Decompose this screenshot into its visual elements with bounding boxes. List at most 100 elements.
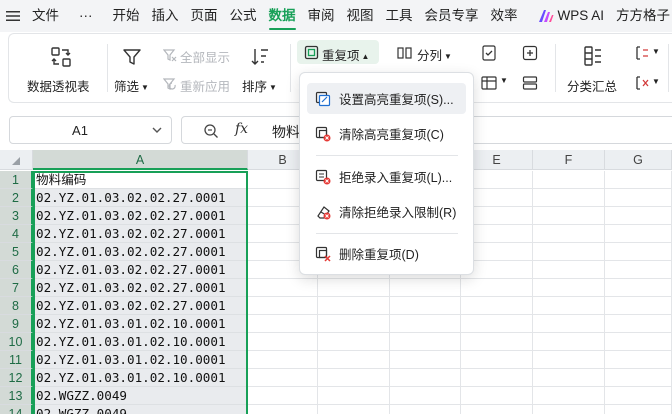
empty-cell[interactable] [605, 387, 672, 405]
empty-cell[interactable] [533, 297, 605, 315]
wps-ai-button[interactable]: WPS AI [532, 0, 611, 32]
table-cell[interactable]: 02.YZ.01.03.01.02.10.0001 [33, 333, 247, 351]
sort-button[interactable]: 排序 ▼ [242, 76, 277, 95]
empty-cell[interactable] [533, 387, 605, 405]
row-header[interactable]: 8 [0, 297, 33, 315]
table-cell[interactable]: 02.YZ.01.03.02.02.27.0001 [33, 261, 247, 279]
empty-cell[interactable] [461, 387, 533, 405]
table-cell[interactable]: 02.YZ.01.03.02.02.27.0001 [33, 297, 247, 315]
empty-cell[interactable] [533, 315, 605, 333]
empty-cell[interactable] [318, 315, 390, 333]
empty-cell[interactable] [318, 405, 390, 414]
empty-cell[interactable] [533, 243, 605, 261]
tab-tools[interactable]: 工具 [380, 0, 419, 32]
empty-cell[interactable] [605, 261, 672, 279]
menu-item-clear-reject-limit[interactable]: 清除拒绝录入限制(R) [307, 196, 466, 227]
tab-formula[interactable]: 公式 [224, 0, 263, 32]
empty-cell[interactable] [390, 297, 461, 315]
empty-cell[interactable] [248, 315, 318, 333]
row-header[interactable]: 2 [0, 189, 33, 207]
table-cell[interactable]: 02.YZ.01.03.02.02.27.0001 [33, 189, 247, 207]
empty-cell[interactable] [605, 189, 672, 207]
column-header-g[interactable]: G [605, 150, 672, 170]
show-all-button[interactable]: 全部显示 [180, 47, 230, 66]
empty-cell[interactable] [318, 351, 390, 369]
empty-cell[interactable] [461, 279, 533, 297]
validation-icon[interactable] [481, 45, 497, 61]
empty-cell[interactable] [533, 171, 605, 189]
fill-icon[interactable] [481, 75, 497, 91]
empty-cell[interactable] [605, 297, 672, 315]
empty-cell[interactable] [605, 315, 672, 333]
menu-item-set-highlight-duplicates[interactable]: 设置高亮重复项(S)... [307, 83, 466, 114]
empty-cell[interactable] [605, 351, 672, 369]
reapply-button[interactable]: 重新应用 [180, 76, 230, 95]
table-cell[interactable]: 02.YZ.01.03.02.02.27.0001 [33, 243, 247, 261]
tab-view[interactable]: 视图 [341, 0, 380, 32]
tab-member[interactable]: 会员专享 [419, 0, 485, 32]
menu-file[interactable]: 文件 [26, 0, 65, 32]
group-icon[interactable] [634, 45, 650, 61]
tab-insert[interactable]: 插入 [146, 0, 185, 32]
column-header-f[interactable]: F [533, 150, 605, 170]
empty-cell[interactable] [390, 351, 461, 369]
menu-more[interactable]: ··· [73, 0, 99, 32]
empty-cell[interactable] [318, 297, 390, 315]
consolidate-icon[interactable] [522, 45, 538, 61]
table-cell[interactable]: 02.WGZZ.0049 [33, 405, 247, 414]
empty-cell[interactable] [605, 207, 672, 225]
empty-cell[interactable] [318, 279, 390, 297]
table-cell[interactable]: 02.YZ.01.03.01.02.10.0001 [33, 369, 247, 387]
empty-cell[interactable] [318, 333, 390, 351]
empty-cell[interactable] [390, 279, 461, 297]
zoom-icon[interactable] [203, 123, 219, 139]
empty-cell[interactable] [533, 207, 605, 225]
empty-cell[interactable] [248, 387, 318, 405]
header-cell[interactable]: 物料编码 [33, 171, 247, 189]
tab-home[interactable]: 开始 [107, 0, 146, 32]
empty-cell[interactable] [461, 351, 533, 369]
subtotal-button[interactable]: 分类汇总 [567, 76, 617, 95]
empty-cell[interactable] [390, 333, 461, 351]
empty-cell[interactable] [533, 333, 605, 351]
table-cell[interactable]: 02.YZ.01.03.01.02.10.0001 [33, 315, 247, 333]
empty-cell[interactable] [533, 405, 605, 414]
table-cell[interactable]: 02.YZ.01.03.01.02.10.0001 [33, 351, 247, 369]
tab-page[interactable]: 页面 [185, 0, 224, 32]
empty-cell[interactable] [461, 405, 533, 414]
empty-cell[interactable] [533, 261, 605, 279]
menu-item-delete-duplicates[interactable]: 删除重复项(D) [307, 238, 466, 269]
empty-cell[interactable] [605, 171, 672, 189]
row-header[interactable]: 3 [0, 207, 33, 225]
menu-item-reject-duplicate-entry[interactable]: 拒绝录入重复项(L)... [307, 161, 466, 192]
row-header[interactable]: 10 [0, 333, 33, 351]
empty-cell[interactable] [248, 351, 318, 369]
row-header[interactable]: 14 [0, 405, 33, 414]
empty-cell[interactable] [248, 405, 318, 414]
menu-icon[interactable] [0, 0, 26, 32]
empty-cell[interactable] [248, 369, 318, 387]
empty-cell[interactable] [605, 369, 672, 387]
empty-cell[interactable] [533, 279, 605, 297]
empty-cell[interactable] [533, 351, 605, 369]
empty-cell[interactable] [605, 279, 672, 297]
empty-cell[interactable] [318, 369, 390, 387]
column-header-a[interactable]: A [33, 150, 248, 170]
filter-button[interactable]: 筛选 ▼ [114, 76, 149, 95]
name-box[interactable]: A1 [9, 116, 172, 144]
menu-item-clear-highlight-duplicates[interactable]: 清除高亮重复项(C) [307, 118, 466, 149]
row-header[interactable]: 7 [0, 279, 33, 297]
select-all-corner[interactable] [0, 150, 33, 170]
empty-cell[interactable] [533, 369, 605, 387]
row-header[interactable]: 11 [0, 351, 33, 369]
empty-cell[interactable] [605, 333, 672, 351]
empty-cell[interactable] [318, 387, 390, 405]
table-cell[interactable]: 02.YZ.01.03.02.02.27.0001 [33, 279, 247, 297]
row-header[interactable]: 9 [0, 315, 33, 333]
table-cell[interactable]: 02.YZ.01.03.02.02.27.0001 [33, 207, 247, 225]
empty-cell[interactable] [461, 369, 533, 387]
empty-cell[interactable] [605, 405, 672, 414]
tab-fangfang[interactable]: 方方格子 [610, 0, 672, 32]
empty-cell[interactable] [605, 225, 672, 243]
empty-cell[interactable] [390, 369, 461, 387]
